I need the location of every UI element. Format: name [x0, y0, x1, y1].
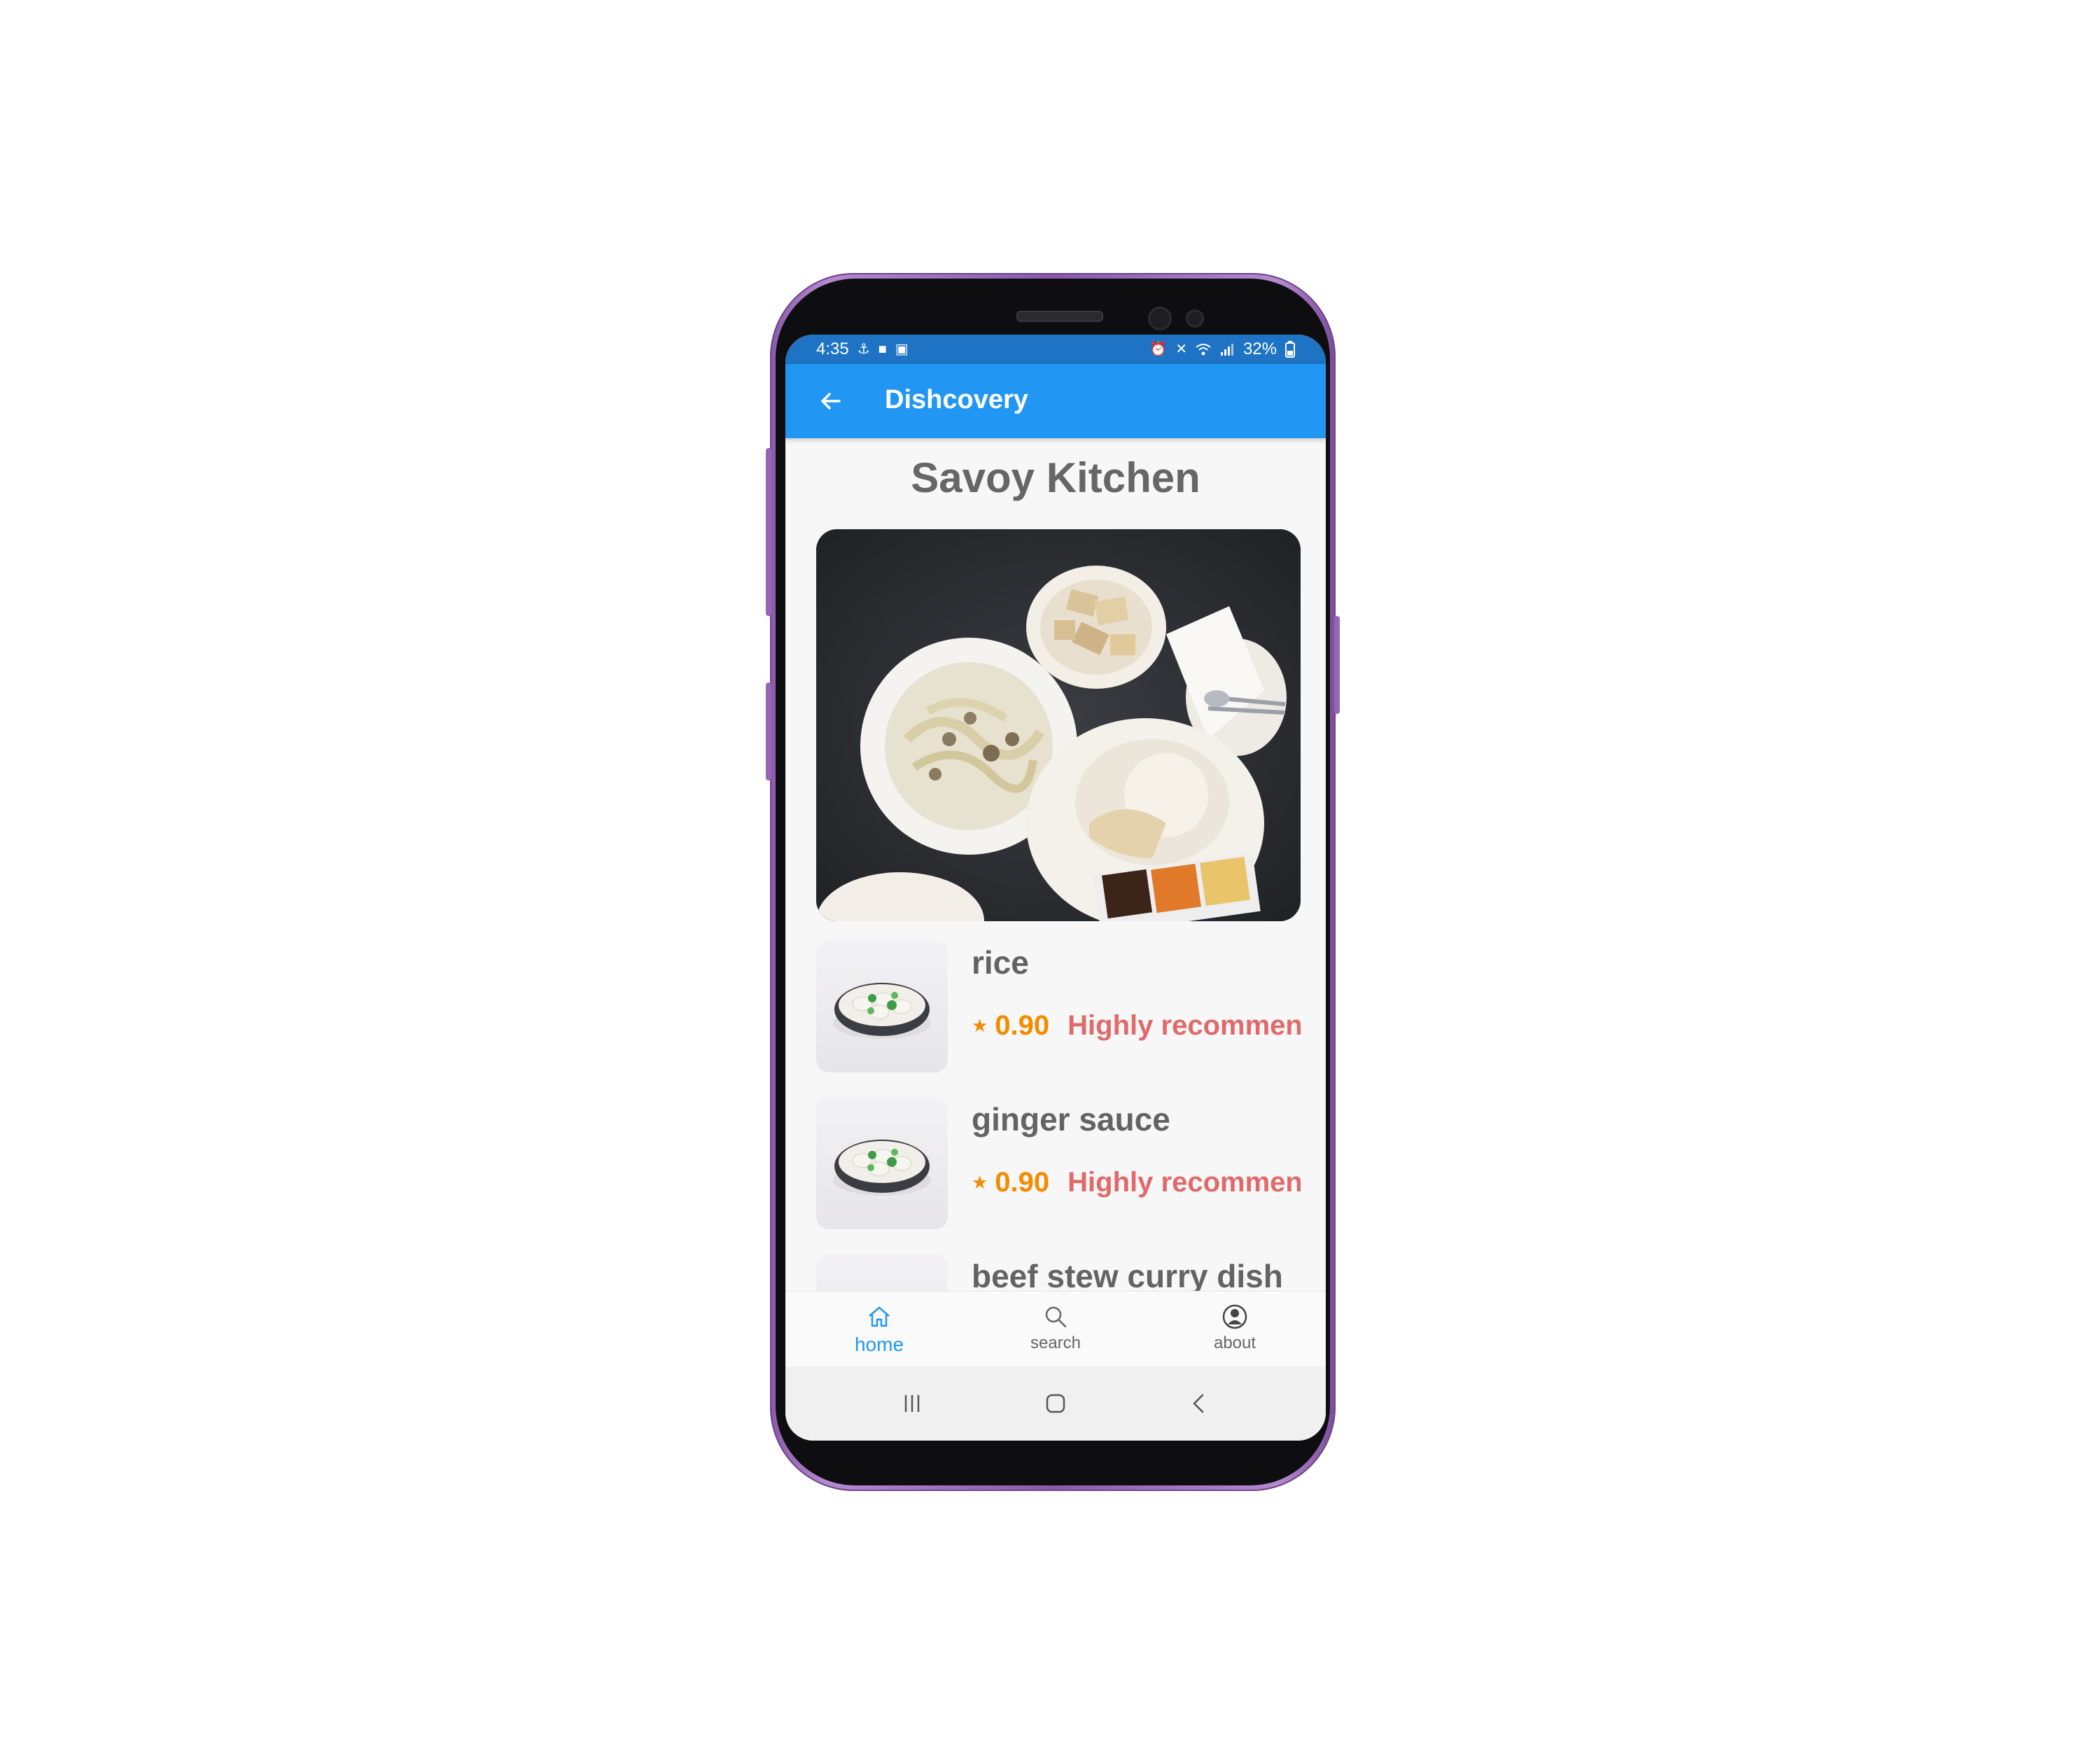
app-title: Dishcovery [885, 385, 1028, 414]
dish-thumbnail [816, 1254, 948, 1291]
battery-percent: 32% [1242, 340, 1277, 358]
list-item[interactable]: ginger sauce ★ 0.90 Highly recommended [816, 1098, 1306, 1229]
nav-item-about[interactable]: about [1179, 1303, 1291, 1353]
mute-icon: ✕ [1175, 342, 1187, 357]
dumpling-bowl-image [816, 1254, 948, 1291]
dish-name: rice [972, 944, 1029, 981]
dish-name: beef stew curry dish [972, 1258, 1283, 1291]
system-navigation-bar [785, 1366, 1326, 1441]
phone-screen: 4:35 ⚓ ■ ▣ ⏰ ✕ 32% Dishcovery Savoy Kitc… [785, 335, 1326, 1441]
home-button-icon[interactable] [1038, 1386, 1073, 1421]
nav-label-search: search [1030, 1334, 1082, 1352]
dumpling-bowl-image [833, 1140, 931, 1196]
dish-thumbnail [816, 941, 948, 1072]
bottom-navigation: home search about [785, 1291, 1326, 1367]
nav-item-home[interactable]: home [823, 1303, 935, 1356]
list-item[interactable]: rice ★ 0.90 Highly recommended [816, 941, 1306, 1072]
recent-apps-icon[interactable] [895, 1386, 930, 1421]
system-back-icon[interactable] [1182, 1386, 1217, 1421]
dumpling-bowl-image [833, 983, 931, 1039]
nav-label-about: about [1213, 1334, 1256, 1352]
usb-icon: ⚓ [857, 342, 870, 357]
proximity-sensor [1186, 309, 1204, 328]
arrow-left-icon[interactable] [812, 382, 850, 420]
dish-recommendation: Highly recommended [1068, 1009, 1301, 1041]
earpiece-speaker [1016, 311, 1103, 322]
status-left: 4:35 ⚓ ■ ▣ [816, 340, 909, 359]
status-right: ⏰ ✕ 32% [1149, 340, 1295, 359]
image-icon: ▣ [895, 342, 909, 357]
dish-rating: ★ 0.90 Highly recommended [972, 1165, 1301, 1200]
star-icon: ★ [972, 1171, 988, 1193]
food-plates-image [816, 529, 1301, 921]
nav-label-home: home [854, 1334, 904, 1355]
status-bar: 4:35 ⚓ ■ ▣ ⏰ ✕ 32% [785, 335, 1326, 364]
dish-score: 0.90 [995, 1166, 1050, 1198]
user-circle-icon [1222, 1304, 1247, 1329]
star-icon: ★ [972, 1014, 988, 1036]
app-bar: Dishcovery [785, 364, 1326, 438]
restaurant-content[interactable]: Savoy Kitchen rice ★ 0.90 Highly recomme… [785, 438, 1326, 1291]
alarm-icon: ⏰ [1149, 342, 1168, 357]
dish-thumbnail [816, 1098, 948, 1229]
home-icon [869, 1306, 890, 1327]
status-time: 4:35 [816, 340, 849, 358]
power-button [1334, 616, 1340, 714]
dish-recommendation: Highly recommended [1068, 1166, 1301, 1198]
front-camera [1148, 307, 1172, 330]
dish-rating: ★ 0.90 Highly recommended [972, 1008, 1301, 1043]
video-icon: ■ [878, 342, 887, 357]
bixby-button [766, 682, 771, 780]
scene: 4:35 ⚓ ■ ▣ ⏰ ✕ 32% Dishcovery Savoy Kitc… [0, 0, 2100, 1750]
restaurant-name: Savoy Kitchen [911, 454, 1200, 501]
volume-button [766, 448, 771, 616]
signal-icon [1220, 344, 1233, 356]
nav-item-search[interactable]: search [1000, 1303, 1112, 1353]
battery-icon [1285, 341, 1295, 358]
dish-name: ginger sauce [972, 1101, 1170, 1138]
wifi-icon [1196, 344, 1211, 356]
dish-score: 0.90 [995, 1009, 1050, 1041]
search-icon [1045, 1306, 1067, 1328]
restaurant-photo [816, 529, 1301, 921]
list-item[interactable]: beef stew curry dish [816, 1254, 1306, 1291]
